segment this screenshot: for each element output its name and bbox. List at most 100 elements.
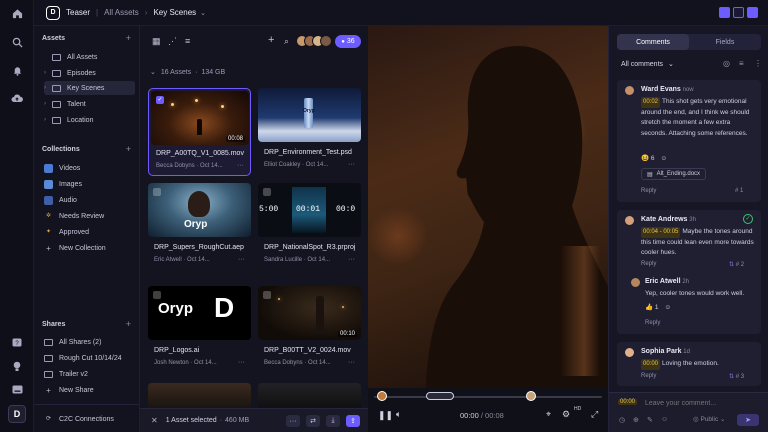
chevron-right-icon[interactable]: › bbox=[44, 85, 52, 91]
grid-view-icon[interactable]: ▦ bbox=[152, 36, 161, 47]
add-reaction-icon[interactable]: ☺ bbox=[660, 155, 667, 162]
scrubber-track[interactable] bbox=[374, 396, 602, 398]
visibility-dropdown[interactable]: ◎ Public ⌄ bbox=[693, 415, 725, 423]
reaction-badge[interactable]: 😆 6 ☺ bbox=[641, 154, 667, 162]
sidebar-item-videos[interactable]: Videos bbox=[44, 161, 135, 175]
select-checkbox[interactable] bbox=[263, 291, 271, 299]
comment-card[interactable]: Sophia Park 1d 00:00 Loving the emotion. … bbox=[617, 342, 761, 386]
volume-icon[interactable]: 🔈︎ bbox=[396, 409, 401, 420]
layout-left-panel-icon[interactable] bbox=[719, 7, 730, 18]
comment-filter-dropdown[interactable]: All comments ⌄ bbox=[621, 60, 674, 68]
layout-center-panel-icon[interactable] bbox=[733, 7, 744, 18]
comment-timecode[interactable]: 00:04 - 00:05 bbox=[641, 227, 681, 238]
cloud-upload-icon[interactable] bbox=[8, 89, 26, 107]
workspace-logo-icon[interactable]: D bbox=[8, 405, 26, 423]
sidebar-item-images[interactable]: Images bbox=[44, 177, 135, 191]
sidebar-item-c2c-connections[interactable]: ⟳ C2C Connections bbox=[44, 412, 135, 426]
bell-icon[interactable] bbox=[8, 61, 26, 79]
chevron-right-icon[interactable]: › bbox=[44, 70, 52, 76]
more-actions-button[interactable]: ··· bbox=[286, 415, 300, 427]
asset-card[interactable]: Oryp D DRP_Logos.ai Josh Newton · Oct 14… bbox=[148, 286, 251, 374]
asset-card[interactable]: ✓ 00:08 DRP_A00TQ_V1_0085.mov Becca Doby… bbox=[148, 88, 251, 176]
select-checkbox[interactable] bbox=[263, 188, 271, 196]
emoji-icon[interactable]: ☺ bbox=[661, 416, 668, 423]
sidebar-item-key-scenes[interactable]: › Key Scenes bbox=[44, 81, 135, 95]
asset-thumbnail-partial[interactable] bbox=[148, 383, 251, 408]
more-options-icon[interactable]: ··· bbox=[348, 359, 355, 366]
attachment-chip[interactable]: ▤ Alt_Ending.docx bbox=[641, 168, 707, 180]
fullscreen-icon[interactable]: ⤢ bbox=[591, 409, 598, 420]
sort-list-icon[interactable]: ≡ bbox=[185, 36, 190, 46]
range-marker[interactable] bbox=[426, 392, 454, 400]
comment-marker[interactable] bbox=[526, 391, 536, 401]
breadcrumb-key-scenes[interactable]: Key Scenes bbox=[153, 8, 196, 17]
reaction-badge[interactable]: 👍 1 ☺ bbox=[645, 303, 671, 311]
asset-card[interactable]: Oryp DRP_Supers_RoughCut.aep Eric Atwell… bbox=[148, 183, 251, 271]
comment-marker[interactable] bbox=[377, 391, 387, 401]
settings-icon[interactable]: ◎ bbox=[723, 59, 730, 68]
sidebar-item-location[interactable]: › Location bbox=[44, 113, 135, 127]
reply-link[interactable]: Reply bbox=[641, 188, 656, 194]
close-icon[interactable]: ✕ bbox=[151, 416, 158, 425]
more-options-icon[interactable]: ··· bbox=[348, 256, 355, 263]
reply-link[interactable]: Reply bbox=[645, 320, 660, 326]
asset-card[interactable]: 5:00 00:01 00:0 DRP_NationalSpot_R3.prpr… bbox=[258, 183, 361, 271]
location-pin-icon[interactable]: ⌖ bbox=[546, 409, 551, 420]
selected-checkbox[interactable]: ✓ bbox=[156, 96, 164, 104]
sidebar-item-trailer-v2[interactable]: Trailer v2 bbox=[44, 367, 135, 381]
settings-icon[interactable]: ⚙︎ bbox=[562, 409, 570, 420]
composer-timecode[interactable]: 00:00 bbox=[618, 399, 638, 405]
compare-icon[interactable]: ⇄ bbox=[306, 415, 320, 427]
more-options-icon[interactable]: ··· bbox=[238, 359, 245, 366]
more-options-icon[interactable]: ··· bbox=[348, 161, 355, 168]
sidebar-item-new-share[interactable]: + New Share bbox=[44, 383, 135, 397]
reply-link[interactable]: Reply bbox=[641, 373, 656, 379]
download-icon[interactable]: ⤓ bbox=[326, 415, 340, 427]
comment-timecode[interactable]: 00:00 bbox=[641, 359, 661, 370]
comment-card[interactable]: Ward Evans now 00:02 This shot gets very … bbox=[617, 80, 761, 202]
sidebar-item-audio[interactable]: Audio bbox=[44, 193, 135, 207]
comment-timecode[interactable]: 00:02 bbox=[641, 97, 661, 108]
sidebar-item-needs-review[interactable]: ✲ Needs Review bbox=[44, 209, 135, 223]
add-reaction-icon[interactable]: ☺ bbox=[664, 304, 671, 311]
select-checkbox[interactable] bbox=[153, 188, 161, 196]
lightbulb-icon[interactable] bbox=[8, 357, 26, 375]
sidebar-item-approved[interactable]: ✦ Approved bbox=[44, 225, 135, 239]
comment-card[interactable]: Kate Andrews 3h ✓ 00:04 - 00:05 Maybe the… bbox=[617, 210, 761, 334]
share-icon[interactable]: ⇪ bbox=[346, 415, 360, 427]
sidebar-item-all-assets[interactable]: All Assets bbox=[44, 50, 135, 64]
asset-card[interactable]: 00:10 DRP_B00TT_V2_0024.mov Becca Dobyns… bbox=[258, 286, 361, 374]
more-options-icon[interactable]: ··· bbox=[238, 256, 245, 263]
sidebar-item-talent[interactable]: › Talent bbox=[44, 97, 135, 111]
draw-icon[interactable]: ✎ bbox=[647, 416, 653, 424]
sidebar-item-rough-cut[interactable]: Rough Cut 10/14/24 bbox=[44, 351, 135, 365]
asset-thumbnail-partial[interactable] bbox=[258, 383, 361, 408]
breadcrumb-all-assets[interactable]: All Assets bbox=[104, 8, 139, 17]
members-count-badge[interactable]: ● 36 bbox=[335, 35, 361, 48]
group-icon[interactable]: ⋰ bbox=[168, 36, 177, 47]
sort-icon[interactable]: ≡ bbox=[739, 59, 744, 68]
chevron-right-icon[interactable]: › bbox=[44, 117, 52, 123]
add-icon[interactable]: + bbox=[268, 34, 274, 46]
video-frame[interactable] bbox=[368, 26, 608, 388]
comment-input[interactable] bbox=[645, 397, 761, 409]
team-avatars[interactable] bbox=[296, 35, 332, 47]
sidebar-item-all-shares[interactable]: All Shares (2) bbox=[44, 335, 135, 349]
chevron-down-icon[interactable]: ⌄ bbox=[200, 9, 206, 17]
resolved-check-icon[interactable]: ✓ bbox=[743, 214, 753, 224]
home-icon[interactable] bbox=[8, 4, 26, 22]
add-share-icon[interactable]: + bbox=[126, 319, 131, 329]
select-checkbox[interactable] bbox=[153, 291, 161, 299]
project-logo-icon[interactable]: D bbox=[46, 5, 60, 20]
send-button[interactable]: ➤ bbox=[737, 414, 759, 426]
reply-link[interactable]: Reply bbox=[641, 261, 656, 267]
tab-fields[interactable]: Fields bbox=[689, 34, 761, 50]
more-options-icon[interactable]: ··· bbox=[237, 162, 244, 169]
help-icon[interactable]: ? bbox=[8, 334, 26, 352]
layout-right-panel-icon[interactable] bbox=[747, 7, 758, 18]
chevron-down-icon[interactable]: ⌄ bbox=[150, 69, 156, 76]
chevron-right-icon[interactable]: › bbox=[44, 101, 52, 107]
add-collection-icon[interactable]: + bbox=[126, 144, 131, 154]
tab-comments[interactable]: Comments bbox=[617, 34, 689, 50]
pause-icon[interactable]: ❚❚ bbox=[378, 410, 393, 421]
